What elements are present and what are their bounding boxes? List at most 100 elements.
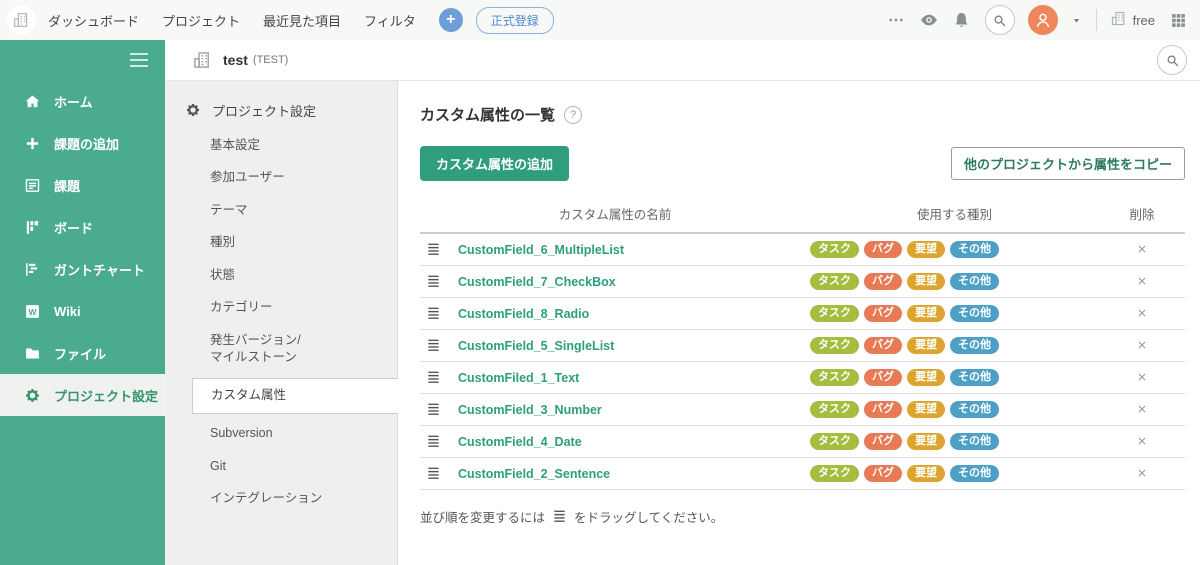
notifications-bell-icon[interactable]	[952, 10, 972, 30]
sidebar-item-issues[interactable]: 課題	[0, 164, 165, 206]
more-icon[interactable]	[886, 10, 906, 30]
home-icon	[24, 93, 41, 110]
sidebar-item-label: ファイル	[54, 346, 107, 362]
delete-button[interactable]: ×	[1099, 305, 1185, 322]
top-nav-item-filter[interactable]: フィルタ	[364, 11, 416, 30]
project-key: (TEST)	[252, 54, 289, 66]
project-name[interactable]: test	[223, 52, 248, 68]
table-row: CustomField_5_SingleList タスク バグ 要望 その他 ×	[420, 330, 1185, 362]
help-icon[interactable]: ?	[564, 105, 583, 124]
delete-button[interactable]: ×	[1099, 369, 1185, 386]
watch-eye-icon[interactable]	[919, 10, 939, 30]
sidebar-nav: ホーム 課題の追加課題ボードガントチャート W Wiki ファイルプロジェクト設定	[0, 80, 165, 416]
search-icon[interactable]	[984, 5, 1015, 35]
settings-menu-item-custom-fields[interactable]: カスタム属性	[192, 378, 398, 414]
global-add-button[interactable]: +	[438, 8, 463, 32]
sidebar-item-label: 課題	[54, 178, 81, 194]
delete-button[interactable]: ×	[1099, 401, 1185, 418]
issue-type-badge: その他	[950, 401, 999, 418]
issue-type-badge: バグ	[864, 273, 902, 290]
settings-menu-item-statuses[interactable]: 状態	[165, 259, 397, 292]
top-nav-item-recent[interactable]: 最近見た項目	[263, 11, 341, 30]
app-logo[interactable]	[6, 5, 36, 35]
gantt-chart-icon	[24, 261, 41, 278]
drag-handle[interactable]	[420, 434, 458, 449]
table-row: CustomField_4_Date タスク バグ 要望 その他 ×	[420, 426, 1185, 458]
avatar[interactable]	[1027, 5, 1058, 35]
chevron-down-icon[interactable]	[1071, 14, 1083, 26]
settings-menu-item-basic[interactable]: 基本設定	[165, 129, 397, 162]
drag-handle[interactable]	[420, 242, 458, 257]
sidebar-collapse-button[interactable]	[0, 40, 165, 80]
sidebar-item-label: プロジェクト設定	[54, 388, 159, 404]
top-nav-item-dashboard[interactable]: ダッシュボード	[48, 11, 139, 30]
settings-menu-item-git[interactable]: Git	[165, 450, 397, 483]
issue-type-badge: タスク	[810, 273, 859, 290]
sidebar: ホーム 課題の追加課題ボードガントチャート W Wiki ファイルプロジェクト設定	[0, 40, 165, 565]
drag-handle[interactable]	[420, 306, 458, 321]
svg-text:W: W	[28, 307, 37, 317]
gear-icon	[185, 102, 201, 118]
register-button[interactable]: 正式登録	[475, 6, 554, 34]
settings-menu-item-versions-milestones[interactable]: 発生バージョン/ マイルストーン	[165, 324, 397, 374]
issue-type-badge: その他	[950, 369, 999, 386]
copy-fields-button[interactable]: 他のプロジェクトから属性をコピー	[950, 147, 1185, 180]
table-row: CustomField_8_Radio タスク バグ 要望 その他 ×	[420, 298, 1185, 330]
drag-handle[interactable]	[420, 370, 458, 385]
issue-type-badge: 要望	[907, 241, 945, 258]
settings-menu-header-label: プロジェクト設定	[212, 103, 317, 119]
sidebar-item-wiki[interactable]: W Wiki	[0, 290, 165, 332]
settings-menu-item-subversion[interactable]: Subversion	[165, 418, 397, 451]
settings-menu-item-members[interactable]: 参加ユーザー	[165, 162, 397, 195]
custom-field-link[interactable]: CustomField_4_Date	[458, 435, 810, 449]
sidebar-item-gantt[interactable]: ガントチャート	[0, 248, 165, 290]
sidebar-item-add-issue[interactable]: 課題の追加	[0, 122, 165, 164]
top-nav-item-projects[interactable]: プロジェクト	[162, 11, 240, 30]
issue-type-badge: その他	[950, 465, 999, 482]
sidebar-item-files[interactable]: ファイル	[0, 332, 165, 374]
main-content: カスタム属性の一覧 ? カスタム属性の追加 他のプロジェクトから属性をコピー カ…	[398, 81, 1200, 565]
project-search-icon[interactable]	[1157, 45, 1187, 75]
custom-field-link[interactable]: CustomField_7_CheckBox	[458, 275, 810, 289]
issue-type-badges: タスク バグ 要望 その他	[810, 273, 1099, 290]
delete-button[interactable]: ×	[1099, 433, 1185, 450]
settings-menu-header[interactable]: プロジェクト設定	[165, 95, 397, 125]
reorder-note-after: をドラッグしてください。	[574, 511, 724, 525]
custom-field-link[interactable]: CustomField_3_Number	[458, 403, 810, 417]
add-custom-field-button[interactable]: カスタム属性の追加	[420, 146, 570, 181]
custom-field-link[interactable]: CustomField_8_Radio	[458, 307, 810, 321]
custom-field-link[interactable]: CustomFiled_1_Text	[458, 371, 810, 385]
drag-handle[interactable]	[420, 338, 458, 353]
settings-menu-item-theme[interactable]: テーマ	[165, 194, 397, 227]
custom-field-link[interactable]: CustomField_6_MultipleList	[458, 243, 810, 257]
delete-button[interactable]: ×	[1099, 273, 1185, 290]
issue-type-badges: タスク バグ 要望 その他	[810, 433, 1099, 450]
issue-type-badge: タスク	[810, 369, 859, 386]
drag-handle[interactable]	[420, 274, 458, 289]
plan-indicator[interactable]: free	[1110, 10, 1155, 30]
apps-grid-icon[interactable]	[1168, 10, 1188, 30]
settings-menu-item-issue-types[interactable]: 種別	[165, 227, 397, 260]
issue-type-badge: 要望	[907, 433, 945, 450]
issue-type-badges: タスク バグ 要望 その他	[810, 241, 1099, 258]
column-header-types: 使用する種別	[916, 208, 992, 222]
delete-button[interactable]: ×	[1099, 337, 1185, 354]
settings-menu-item-categories[interactable]: カテゴリー	[165, 292, 397, 325]
sidebar-item-project-settings[interactable]: プロジェクト設定	[0, 374, 165, 416]
issue-type-badge: その他	[950, 241, 999, 258]
reorder-note-before: 並び順を変更するには	[420, 511, 546, 525]
issue-list-icon	[24, 177, 41, 194]
table-row: CustomField_3_Number タスク バグ 要望 その他 ×	[420, 394, 1185, 426]
custom-field-link[interactable]: CustomField_2_Sentence	[458, 467, 810, 481]
issue-type-badges: タスク バグ 要望 その他	[810, 305, 1099, 322]
drag-handle[interactable]	[420, 466, 458, 481]
sidebar-item-label: ガントチャート	[54, 262, 145, 278]
sidebar-item-board[interactable]: ボード	[0, 206, 165, 248]
delete-button[interactable]: ×	[1099, 241, 1185, 258]
sidebar-item-home[interactable]: ホーム	[0, 80, 165, 122]
settings-menu-item-integrations[interactable]: インテグレーション	[165, 483, 397, 516]
drag-handle[interactable]	[420, 402, 458, 417]
custom-field-link[interactable]: CustomField_5_SingleList	[458, 339, 810, 353]
delete-button[interactable]: ×	[1099, 465, 1185, 482]
issue-type-badge: タスク	[810, 401, 859, 418]
